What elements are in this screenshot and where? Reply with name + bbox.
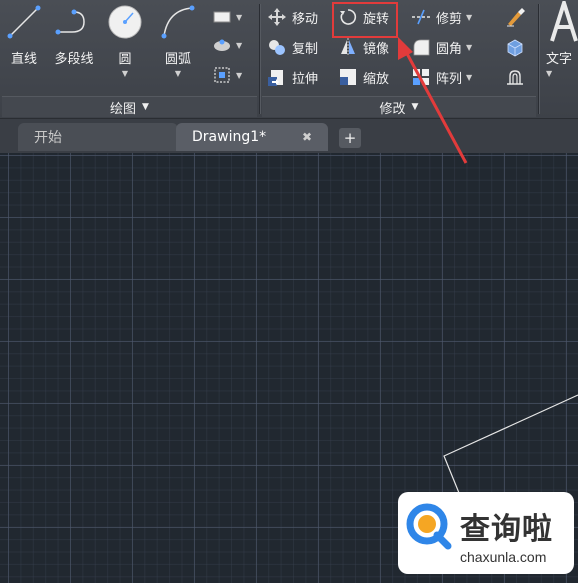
polyline-label: 多段线 bbox=[54, 52, 94, 67]
text-label: 文字 bbox=[546, 52, 573, 67]
tab-drawing1[interactable]: Drawing1* ✖ bbox=[176, 123, 328, 151]
polyline-icon bbox=[54, 2, 94, 42]
tab-start[interactable]: 开始 bbox=[18, 123, 178, 151]
boundary-icon bbox=[211, 64, 233, 86]
move-tool[interactable]: 移动 bbox=[266, 5, 318, 29]
fillet-label: 圆角 bbox=[436, 41, 463, 57]
move-icon bbox=[266, 6, 288, 28]
watermark-subtitle: chaxunla.com bbox=[460, 549, 547, 565]
circle-label: 圆 bbox=[118, 52, 132, 67]
arc-dropdown-icon[interactable]: ▼ bbox=[175, 69, 181, 78]
arc-icon bbox=[158, 2, 198, 42]
boundary-tool[interactable]: ▼ bbox=[211, 64, 242, 86]
text-icon bbox=[546, 1, 578, 42]
trim-dropdown-icon[interactable]: ▼ bbox=[466, 13, 472, 22]
document-tabs: 开始 Drawing1* ✖ + bbox=[0, 119, 578, 153]
draw-panel-title[interactable]: 绘图 ▼ bbox=[2, 96, 257, 117]
watermark-logo: 查询啦 chaxunla.com bbox=[398, 492, 574, 574]
text-dropdown-icon[interactable]: ▼ bbox=[546, 69, 552, 78]
polyline-tool[interactable]: 多段线 bbox=[54, 2, 94, 67]
scale-label: 缩放 bbox=[363, 71, 390, 87]
hatch-icon bbox=[211, 34, 233, 56]
copy-tool[interactable]: 复制 bbox=[266, 35, 318, 59]
erase-tool[interactable] bbox=[504, 6, 526, 28]
panel-divider bbox=[259, 4, 260, 114]
circle-icon bbox=[105, 2, 145, 42]
modify-panel-title[interactable]: 修改 ▼ bbox=[262, 96, 536, 117]
rectangle-dropdown-icon[interactable]: ▼ bbox=[236, 13, 242, 22]
offset-tool[interactable] bbox=[504, 66, 526, 88]
magnifier-logo-icon bbox=[406, 503, 452, 550]
array-dropdown-icon[interactable]: ▼ bbox=[466, 73, 472, 82]
trim-icon bbox=[410, 6, 432, 28]
boundary-dropdown-icon[interactable]: ▼ bbox=[236, 71, 242, 80]
circle-dropdown-icon[interactable]: ▼ bbox=[122, 69, 128, 78]
text-tool[interactable]: 文字 ▼ bbox=[546, 1, 578, 78]
mirror-icon bbox=[337, 36, 359, 58]
rectangle-tool[interactable]: ▼ bbox=[211, 6, 242, 28]
copy-icon bbox=[266, 36, 288, 58]
erase-icon bbox=[504, 6, 526, 28]
array-tool[interactable]: 阵列 ▼ bbox=[410, 65, 472, 89]
array-icon bbox=[410, 66, 432, 88]
explode-icon bbox=[504, 36, 526, 58]
mirror-tool[interactable]: 镜像 bbox=[337, 35, 389, 59]
copy-label: 复制 bbox=[292, 41, 319, 57]
tab-drawing1-label: Drawing1* bbox=[192, 129, 267, 145]
draw-panel-label: 绘图 bbox=[110, 101, 137, 117]
modify-panel-expand-icon: ▼ bbox=[411, 102, 419, 112]
mirror-label: 镜像 bbox=[363, 41, 390, 57]
stretch-icon bbox=[266, 66, 288, 88]
rectangle-icon bbox=[211, 6, 233, 28]
close-icon[interactable]: ✖ bbox=[302, 130, 312, 144]
draw-panel-expand-icon: ▼ bbox=[142, 102, 149, 112]
rotate-highlight-box bbox=[332, 2, 398, 38]
offset-icon bbox=[504, 66, 526, 88]
move-label: 移动 bbox=[292, 11, 319, 27]
arc-tool[interactable]: 圆弧 ▼ bbox=[158, 2, 198, 78]
ribbon: 直线 多段线 圆 ▼ 圆弧 ▼ ▼ ▼ ▼ 绘图 ▼ 移动 旋转 修剪 ▼ 复制… bbox=[0, 0, 578, 119]
stretch-tool[interactable]: 拉伸 bbox=[266, 65, 318, 89]
line-tool[interactable]: 直线 bbox=[4, 2, 44, 67]
explode-tool[interactable] bbox=[504, 36, 526, 58]
scale-tool[interactable]: 缩放 bbox=[337, 65, 389, 89]
tab-start-label: 开始 bbox=[34, 130, 62, 146]
stretch-label: 拉伸 bbox=[292, 71, 319, 87]
watermark-title: 查询啦 bbox=[460, 512, 553, 547]
trim-tool[interactable]: 修剪 ▼ bbox=[410, 5, 472, 29]
line-icon bbox=[4, 2, 44, 42]
trim-label: 修剪 bbox=[436, 11, 463, 27]
circle-tool[interactable]: 圆 ▼ bbox=[105, 2, 145, 78]
arc-label: 圆弧 bbox=[164, 52, 191, 67]
new-tab-button[interactable]: + bbox=[339, 128, 361, 148]
modify-panel-label: 修改 bbox=[379, 101, 406, 117]
fillet-icon bbox=[410, 36, 432, 58]
fillet-dropdown-icon[interactable]: ▼ bbox=[466, 43, 472, 52]
line-label: 直线 bbox=[10, 52, 37, 67]
hatch-tool[interactable]: ▼ bbox=[211, 34, 242, 56]
array-label: 阵列 bbox=[436, 71, 463, 87]
fillet-tool[interactable]: 圆角 ▼ bbox=[410, 35, 472, 59]
hatch-dropdown-icon[interactable]: ▼ bbox=[236, 41, 242, 50]
panel-divider bbox=[538, 4, 539, 114]
scale-icon bbox=[337, 66, 359, 88]
